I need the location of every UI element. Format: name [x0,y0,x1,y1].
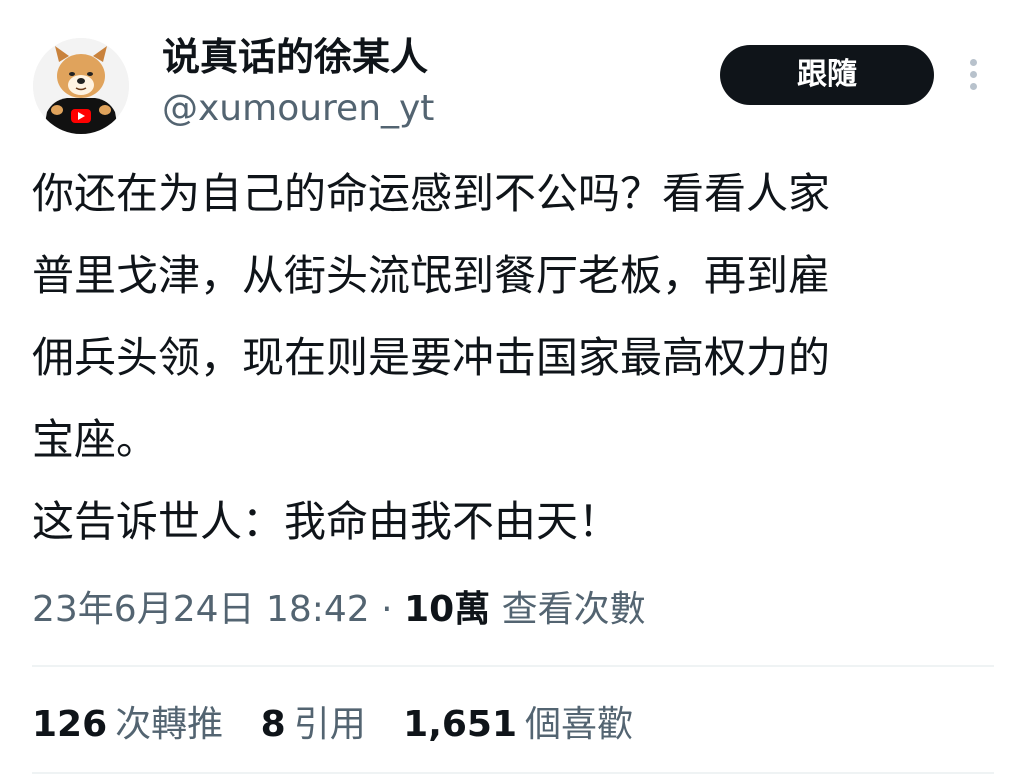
tweet-line: 普里戈津，从街头流氓到餐厅老板，再到雇 [32,251,831,300]
quotes-count: 8 [260,704,286,745]
tweet-text: 你还在为自己的命运感到不公吗？看看人家 普里戈津，从街头流氓到餐厅老板，再到雇 … [32,153,992,563]
likes-count: 1,651 [403,704,518,745]
views-count: 10萬 [404,589,491,630]
retweets-stat[interactable]: 126 次轉推 [32,698,223,752]
author-handle[interactable]: @xumouren_yt [162,86,434,132]
tweet-line: 这告诉世人：我命由我不由天！ [32,497,621,546]
more-vertical-icon[interactable] [958,56,988,96]
timestamp[interactable]: 23年6月24日 18:42 [32,589,370,630]
meta-separator: · [381,589,393,630]
likes-label: 個喜歡 [525,704,634,745]
tweet-line: 宝座。 [32,415,159,464]
likes-stat[interactable]: 1,651 個喜歡 [403,698,633,752]
avatar[interactable] [33,38,129,134]
tweet-card: 说真话的徐某人 @xumouren_yt 跟隨 你还在为自己的命运感到不公吗？看… [0,0,1024,778]
cartoon-dog-avatar-icon [33,38,129,134]
divider [32,772,994,774]
tweet-line: 你还在为自己的命运感到不公吗？看看人家 [32,169,831,218]
dot [969,59,977,66]
retweets-label: 次轉推 [115,704,224,745]
quotes-stat[interactable]: 8 引用 [261,698,366,752]
engagement-stats: 126 次轉推 8 引用 1,651 個喜歡 [32,698,659,752]
divider [32,665,994,667]
retweets-count: 126 [32,704,108,745]
dot [969,83,977,90]
quotes-label: 引用 [293,704,366,745]
tweet-meta: 23年6月24日 18:42 · 10萬 查看次數 [32,584,646,636]
follow-button[interactable]: 跟隨 [720,45,934,105]
tweet-line: 佣兵头领，现在则是要冲击国家最高权力的 [32,333,831,382]
dot [969,71,977,78]
author-display-name[interactable]: 说真话的徐某人 [162,34,428,80]
views-label: 查看次數 [501,589,646,630]
